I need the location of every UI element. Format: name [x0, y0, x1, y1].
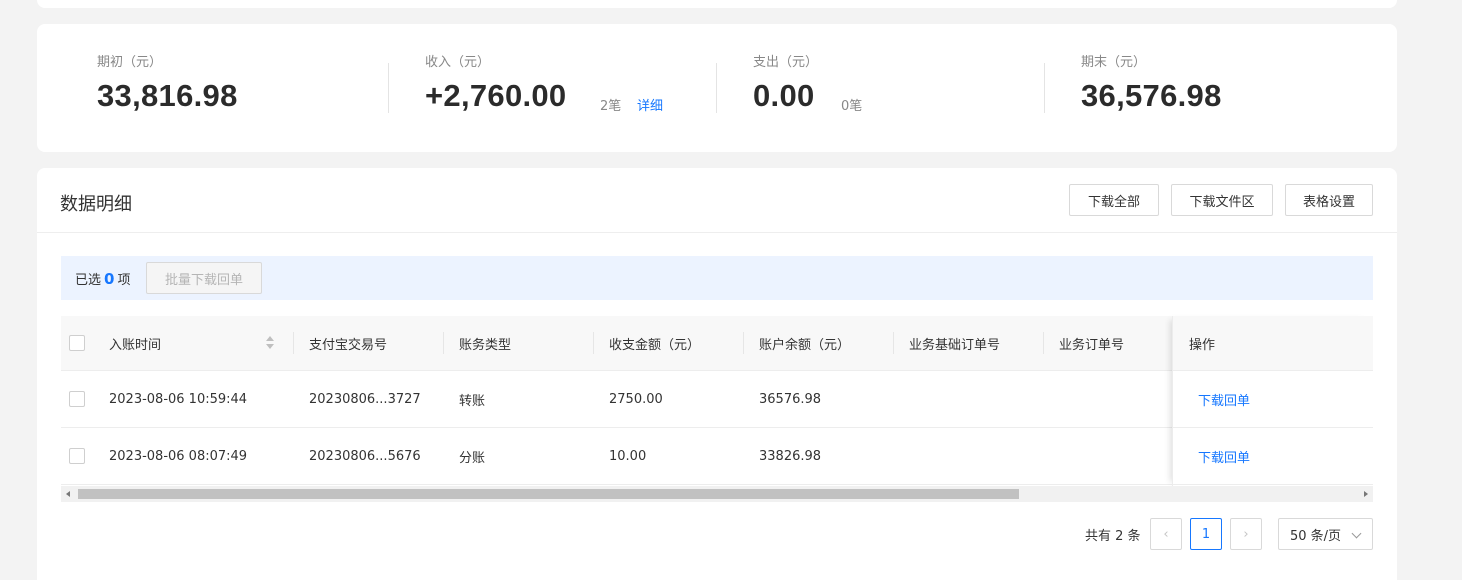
row-amount: 2750.00	[609, 391, 663, 407]
table-row: 2023-08-06 08:07:49 20230806...5676 分账 1…	[61, 428, 1373, 485]
scrollbar-thumb[interactable]	[78, 489, 1019, 499]
row-type: 分账	[459, 450, 486, 466]
column-header-balance: 账户余额（元）	[759, 337, 851, 353]
column-header-trade-no: 支付宝交易号	[309, 337, 388, 353]
stat-divider	[388, 63, 389, 113]
next-page-button[interactable]: ›	[1230, 518, 1262, 550]
scroll-left-icon[interactable]	[66, 491, 70, 497]
select-all-checkbox[interactable]	[69, 335, 85, 351]
column-header-action: 操作	[1189, 337, 1216, 353]
column-header-type: 账务类型	[459, 337, 512, 353]
column-divider	[293, 332, 294, 354]
column-divider	[743, 332, 744, 354]
data-detail-panel: 数据明细 下载全部 下载文件区 表格设置 已选 0 项 批量下载回单 入账时间 支付…	[37, 168, 1397, 580]
selection-count: 0	[104, 270, 115, 288]
sort-icon[interactable]	[266, 336, 274, 350]
selection-suffix: 项	[117, 273, 131, 288]
stat-expense-count: 0笔	[841, 99, 863, 114]
selection-prefix: 已选	[75, 273, 102, 288]
column-divider	[443, 332, 444, 354]
download-all-button[interactable]: 下载全部	[1069, 184, 1159, 216]
pagination: 共有 2 条 ‹ 1 › 50 条/页	[37, 518, 1397, 550]
stat-expense-value: 0.00	[753, 78, 815, 113]
row-time: 2023-08-06 10:59:44	[109, 391, 248, 407]
column-header-base-order: 业务基础订单号	[909, 337, 1001, 353]
chevron-down-icon	[1351, 528, 1362, 539]
stat-income-label: 收入（元）	[425, 55, 491, 70]
column-divider	[1043, 332, 1044, 354]
column-header-time[interactable]: 入账时间	[109, 316, 161, 370]
table-settings-button[interactable]: 表格设置	[1285, 184, 1373, 216]
horizontal-scrollbar[interactable]	[61, 486, 1373, 502]
page-size-select[interactable]: 50 条/页	[1278, 518, 1373, 550]
row-balance: 36576.98	[759, 391, 822, 407]
selection-count-text: 已选 0 项	[75, 269, 130, 288]
row-type: 转账	[459, 393, 486, 409]
stat-divider	[1044, 63, 1045, 113]
table-header: 入账时间 支付宝交易号 账务类型 收支金额（元） 账户余额（元） 业务基础订单号…	[61, 316, 1373, 371]
row-select-cell	[69, 371, 85, 427]
download-area-button[interactable]: 下载文件区	[1171, 184, 1273, 216]
row-trade-no: 20230806...3727	[309, 391, 421, 407]
chevron-left-icon: ‹	[1163, 526, 1169, 542]
row-amount: 10.00	[609, 448, 647, 464]
stat-divider	[716, 63, 717, 113]
stat-opening-value: 33,816.98	[97, 78, 238, 113]
row-trade-no: 20230806...5676	[309, 448, 421, 464]
prev-page-button[interactable]: ‹	[1150, 518, 1182, 550]
batch-download-receipt-button[interactable]: 批量下载回单	[146, 262, 262, 294]
scroll-right-icon[interactable]	[1364, 491, 1368, 497]
stat-closing-value: 36,576.98	[1081, 78, 1222, 113]
chevron-right-icon: ›	[1243, 526, 1249, 542]
row-balance: 33826.98	[759, 448, 822, 464]
select-all-cell	[69, 316, 85, 370]
download-receipt-link[interactable]: 下载回单	[1198, 371, 1250, 427]
divider	[37, 232, 1397, 233]
row-select-cell	[69, 428, 85, 484]
download-receipt-link[interactable]: 下载回单	[1198, 428, 1250, 484]
column-header-amount: 收支金额（元）	[609, 337, 701, 353]
stat-income-value: +2,760.00	[425, 78, 567, 113]
row-checkbox[interactable]	[69, 448, 85, 464]
stat-opening-label: 期初（元）	[97, 55, 163, 70]
column-header-order: 业务订单号	[1059, 337, 1125, 353]
stat-expense-label: 支出（元）	[753, 55, 819, 70]
summary-card: 期初（元） 33,816.98 收入（元） +2,760.00 2笔 详细 支出…	[37, 24, 1397, 152]
page-button-current[interactable]: 1	[1190, 518, 1222, 550]
panel-title: 数据明细	[60, 194, 132, 215]
top-card-edge	[37, 0, 1397, 8]
stat-income-count: 2笔	[600, 99, 622, 114]
row-checkbox[interactable]	[69, 391, 85, 407]
row-time: 2023-08-06 08:07:49	[109, 448, 248, 464]
column-divider	[593, 332, 594, 354]
pagination-total: 共有 2 条	[1085, 529, 1141, 544]
page-size-value: 50 条/页	[1290, 528, 1342, 544]
selection-bar: 已选 0 项 批量下载回单	[61, 256, 1373, 300]
stat-closing-label: 期末（元）	[1081, 55, 1147, 70]
column-divider	[893, 332, 894, 354]
income-detail-link[interactable]: 详细	[637, 95, 663, 114]
table-row: 2023-08-06 10:59:44 20230806...3727 转账 2…	[61, 371, 1373, 428]
